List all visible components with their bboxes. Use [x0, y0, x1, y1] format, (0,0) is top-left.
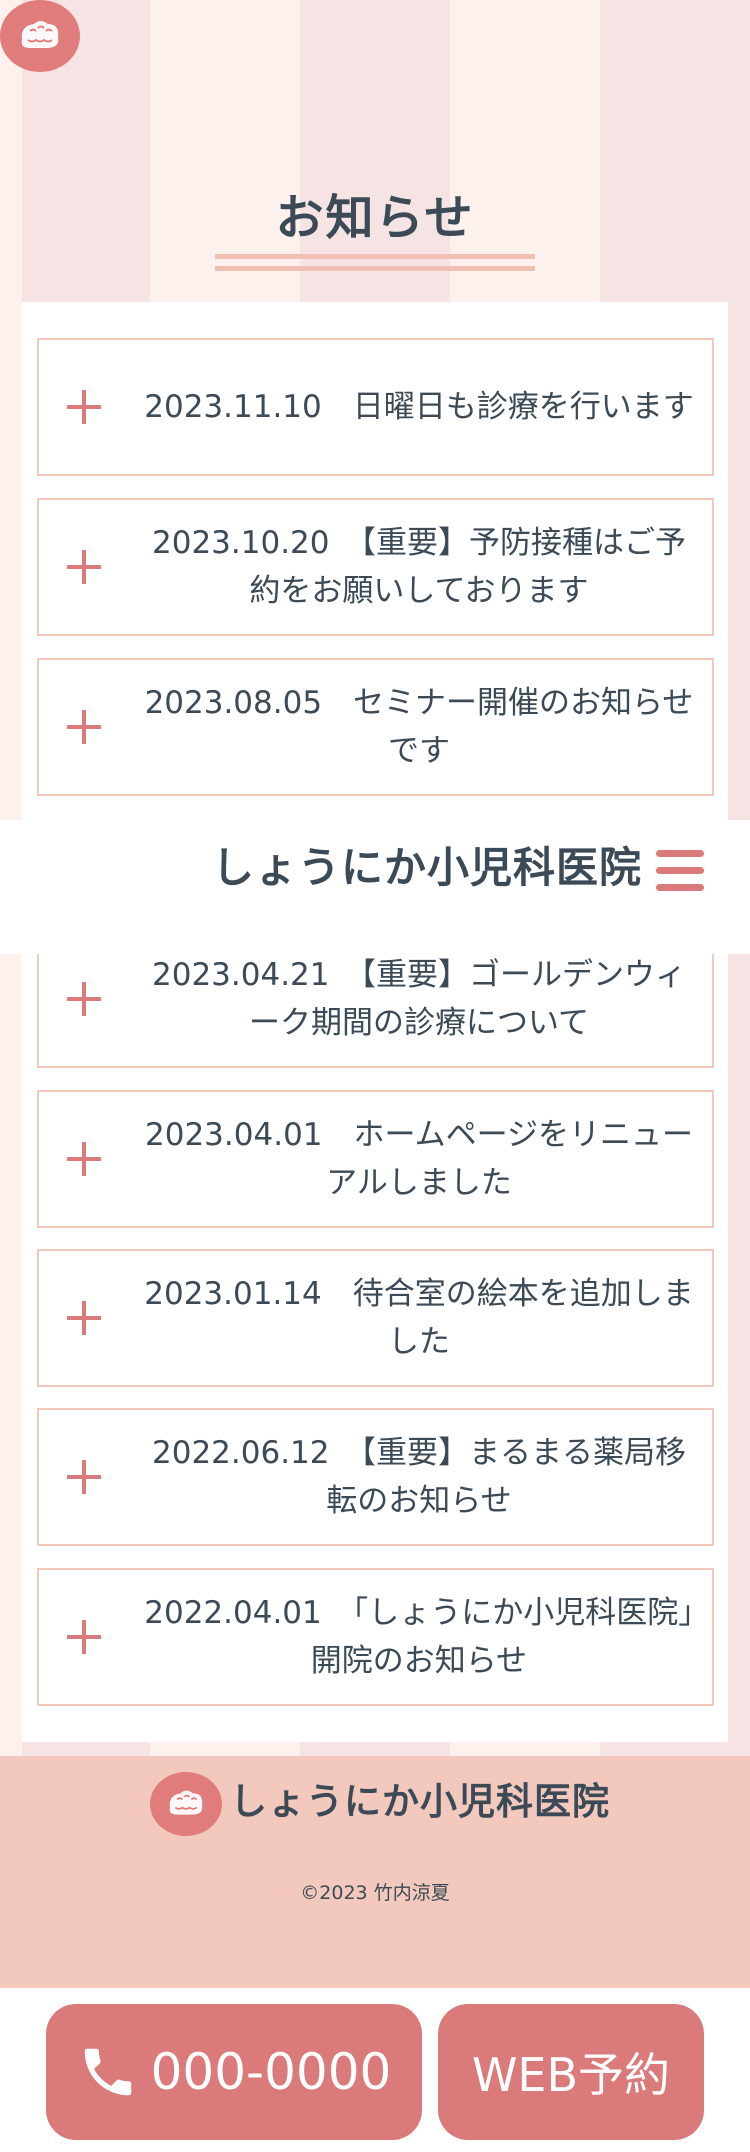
footer-logo-icon: [150, 1772, 222, 1836]
plus-icon: [67, 1460, 101, 1494]
phone-icon: [84, 2048, 131, 2096]
plus-icon: [67, 1142, 101, 1176]
news-item-text: 2022.06.12 【重要】まるまる薬局移転のお知らせ: [152, 1435, 686, 1519]
news-item-3[interactable]: 2023.08.05 セミナー開催のお知らせです: [37, 658, 714, 796]
plus-icon: [67, 982, 101, 1016]
news-item-text: 2023.04.01 ホームページをリニューアルしました: [145, 1117, 693, 1201]
title-underline: [215, 254, 535, 274]
plus-icon: [67, 1620, 101, 1654]
news-item-6[interactable]: 2023.01.14 待合室の絵本を追加しました: [37, 1249, 714, 1387]
news-item-text: 2023.04.21 【重要】ゴールデンウィーク期間の診療について: [152, 957, 686, 1041]
news-item-text: 2023.08.05 セミナー開催のお知らせです: [144, 685, 694, 769]
plus-icon: [67, 550, 101, 584]
section-title: お知らせ: [275, 190, 475, 246]
news-item-text: 2023.10.20 【重要】予防接種はご予約をお願いしております: [152, 525, 686, 609]
news-item-1[interactable]: 2023.11.10 日曜日も診療を行います: [37, 338, 714, 476]
plus-icon: [67, 1301, 101, 1335]
news-item-5[interactable]: 2023.04.01 ホームページをリニューアルしました: [37, 1090, 714, 1228]
phone-number-label: 000-0000: [150, 2043, 392, 2101]
web-reservation-button[interactable]: WEB予約: [438, 2004, 704, 2140]
footer-clinic-name: しょうにか小児科医院: [230, 1780, 610, 1823]
clinic-face-logo-icon[interactable]: [0, 0, 80, 72]
copyright-text: ©2023 竹内涼夏: [300, 1882, 450, 1904]
news-item-8[interactable]: 2022.04.01 「しょうにか小児科医院」開院のお知らせ: [37, 1568, 714, 1706]
plus-icon: [67, 710, 101, 744]
web-reservation-label: WEB予約: [471, 2048, 671, 2102]
news-item-text: 2023.01.14 待合室の絵本を追加しました: [144, 1276, 694, 1360]
phone-call-button[interactable]: 000-0000: [46, 2004, 422, 2140]
news-item-2[interactable]: 2023.10.20 【重要】予防接種はご予約をお願いしております: [37, 498, 714, 636]
header-clinic-name[interactable]: しょうにか小児科医院: [212, 840, 642, 896]
plus-icon: [67, 390, 101, 424]
news-item-7[interactable]: 2022.06.12 【重要】まるまる薬局移転のお知らせ: [37, 1408, 714, 1546]
hamburger-menu-icon[interactable]: [656, 850, 704, 892]
news-item-text: 2022.04.01 「しょうにか小児科医院」開院のお知らせ: [144, 1595, 694, 1679]
news-item-text: 2023.11.10 日曜日も診療を行います: [144, 389, 694, 425]
